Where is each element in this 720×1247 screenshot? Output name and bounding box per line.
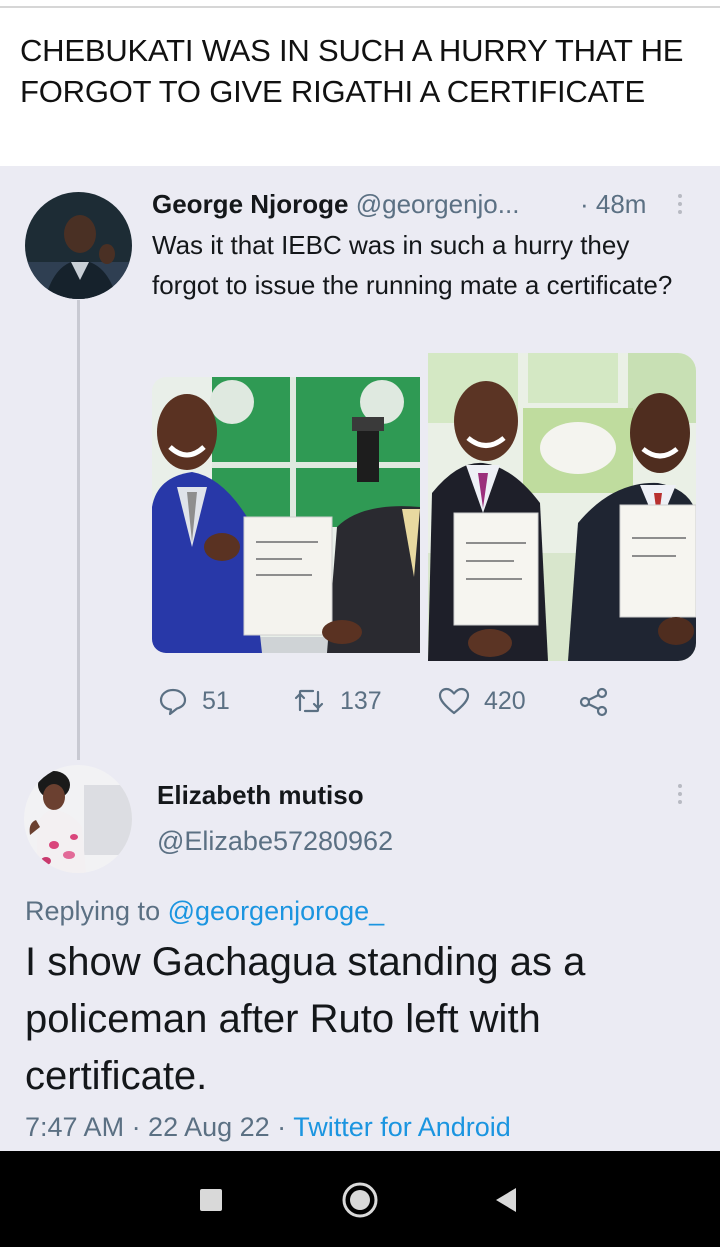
retweet-action[interactable]: 137 <box>292 686 382 716</box>
like-count: 420 <box>484 686 526 715</box>
reply-action[interactable]: 51 <box>158 686 230 716</box>
meme-caption: CHEBUKATI WAS IN SUCH A HURRY THAT HE FO… <box>20 33 684 109</box>
replying-to-line: Replying to @georgenjoroge_ <box>25 896 384 927</box>
reply-metadata: 7:47 AM · 22 Aug 22 · Twitter for Androi… <box>25 1112 511 1143</box>
tweet-time: · 48m <box>580 189 647 219</box>
tweet-text: Was it that IEBC was in such a hurry the… <box>152 230 673 300</box>
replying-to-label: Replying to <box>25 896 161 926</box>
tweet-author[interactable]: George Njoroge @georgenjo... <box>152 189 519 220</box>
reply-source-link[interactable]: Twitter for Android <box>293 1112 511 1142</box>
heart-icon <box>438 687 470 715</box>
more-vertical-icon[interactable] <box>676 190 684 218</box>
reply-text: I show Gachagua standing as a policeman … <box>25 940 586 1098</box>
circle-home-icon[interactable] <box>340 1180 380 1220</box>
reply-author-handle[interactable]: @Elizabe57280962 <box>157 826 393 857</box>
avatar-george[interactable] <box>25 192 132 299</box>
share-icon <box>579 687 608 717</box>
retweet-count: 137 <box>340 686 382 715</box>
like-action[interactable]: 420 <box>438 686 526 716</box>
thread-connector-line <box>77 300 80 760</box>
top-divider <box>0 6 720 8</box>
tweet-photo-right[interactable] <box>428 353 696 661</box>
square-recents-icon[interactable] <box>199 1188 223 1212</box>
retweet-icon <box>294 689 324 713</box>
more-vertical-icon[interactable] <box>676 780 684 808</box>
replying-to-mention[interactable]: @georgenjoroge_ <box>168 896 385 926</box>
triangle-back-icon[interactable] <box>493 1186 519 1214</box>
avatar-elizabeth[interactable] <box>24 765 132 873</box>
tweet-author-handle: @georgenjo... <box>355 189 520 219</box>
share-action[interactable] <box>578 686 610 718</box>
android-navigation-bar <box>0 1151 720 1247</box>
reply-timestamp: 7:47 AM · 22 Aug 22 · <box>25 1112 294 1142</box>
comment-icon <box>159 688 187 716</box>
tweet-author-name: George Njoroge <box>152 189 349 219</box>
tweet-photo-left[interactable] <box>152 377 420 653</box>
reply-count: 51 <box>202 686 230 715</box>
reply-author-name[interactable]: Elizabeth mutiso <box>157 780 364 811</box>
